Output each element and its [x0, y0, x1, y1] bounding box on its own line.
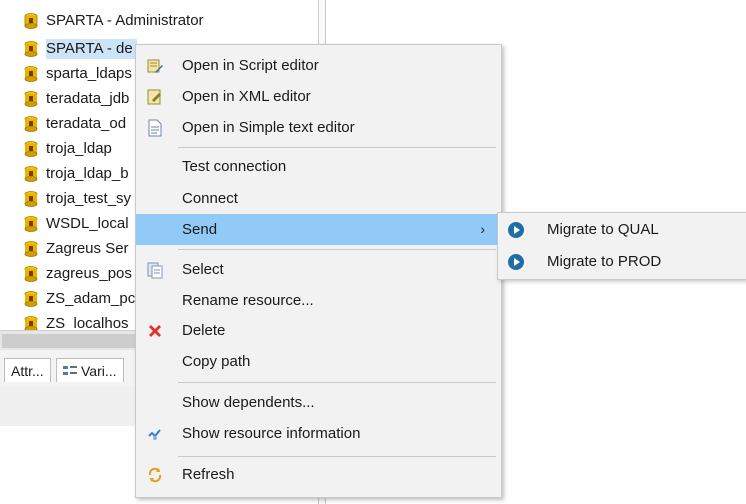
database-icon	[24, 66, 38, 82]
menu-item-delete[interactable]: Delete	[136, 315, 499, 346]
submenu-item-migrate-to-prod[interactable]: Migrate to PROD	[498, 246, 746, 278]
tree-item[interactable]: WSDL_local	[0, 213, 129, 235]
tree-item-label: teradata_od	[46, 115, 127, 132]
tree-item-label: WSDL_local	[46, 215, 129, 232]
submenu-item-label: Migrate to PROD	[547, 253, 662, 270]
menu-item-label: Open in Simple text editor	[182, 119, 355, 136]
database-icon	[24, 216, 38, 232]
database-icon	[24, 191, 38, 207]
tree-item[interactable]: sparta_ldaps	[0, 63, 132, 85]
menu-item-label: Copy path	[182, 353, 251, 370]
submenu-arrow-icon: ›	[480, 221, 485, 237]
tree-item-label: teradata_jdb	[46, 90, 130, 107]
text-editor-icon	[146, 119, 164, 137]
menu-item-label: Show resource information	[182, 425, 361, 442]
submenu-item-label: Migrate to QUAL	[547, 221, 659, 238]
database-icon	[24, 316, 38, 330]
tree-item[interactable]: zagreus_pos	[0, 263, 132, 285]
menu-item-test-connection[interactable]: Test connection	[136, 151, 499, 182]
play-icon	[508, 254, 524, 270]
tree-item[interactable]: teradata_od	[0, 113, 126, 135]
tab-label: Attr...	[11, 362, 44, 379]
menu-item-select[interactable]: Select	[136, 254, 499, 285]
delete-icon	[146, 322, 164, 340]
database-icon	[24, 13, 38, 29]
tree-item-label: troja_test_sy	[46, 190, 132, 207]
resource-info-icon	[146, 425, 164, 443]
database-icon	[24, 141, 38, 157]
menu-separator	[178, 249, 496, 250]
tab-variables[interactable]: Vari...	[56, 358, 124, 382]
menu-item-connect[interactable]: Connect	[136, 183, 499, 214]
xml-editor-icon	[146, 88, 164, 106]
tree-item[interactable]: teradata_jdb	[0, 88, 129, 110]
tree-item[interactable]: Zagreus Ser	[0, 238, 129, 260]
menu-item-open-script-editor[interactable]: Open in Script editor	[136, 50, 499, 81]
refresh-icon	[146, 466, 164, 484]
tree-item-label: SPARTA - Administrator	[46, 12, 204, 29]
variables-icon	[63, 365, 77, 375]
tab-attributes[interactable]: Attr...	[4, 358, 51, 382]
menu-item-label: Test connection	[182, 158, 287, 175]
tree-item-label: troja_ldap	[46, 140, 112, 157]
tree-item-label: sparta_ldaps	[46, 65, 132, 82]
menu-item-label: Select	[182, 261, 224, 278]
tree-item[interactable]: SPARTA - Administrator	[0, 10, 204, 32]
submenu-item-migrate-to-qual[interactable]: Migrate to QUAL	[498, 214, 746, 246]
tree-item[interactable]: ZS_localhos	[0, 313, 129, 330]
tree-item-label: SPARTA - de	[46, 39, 137, 59]
menu-item-label: Show dependents...	[182, 394, 315, 411]
database-icon	[24, 266, 38, 282]
menu-separator	[178, 147, 496, 148]
menu-item-label: Open in XML editor	[182, 88, 311, 105]
tab-label: Vari...	[81, 362, 117, 379]
menu-item-label: Connect	[182, 190, 238, 207]
menu-item-refresh[interactable]: Refresh	[136, 459, 499, 490]
menu-item-label: Send	[182, 221, 218, 238]
database-icon	[24, 116, 38, 132]
menu-item-rename-resource[interactable]: Rename resource...	[136, 285, 499, 316]
menu-item-label: Open in Script editor	[182, 57, 319, 74]
menu-item-label: Delete	[182, 322, 226, 339]
database-icon	[24, 291, 38, 307]
menu-item-copy-path[interactable]: Copy path	[136, 346, 499, 377]
database-icon	[24, 241, 38, 257]
menu-item-label: Refresh	[182, 466, 235, 483]
menu-item-open-simple-text-editor[interactable]: Open in Simple text editor	[136, 112, 499, 143]
database-icon	[24, 91, 38, 107]
menu-separator	[178, 456, 496, 457]
tree-item[interactable]: troja_test_sy	[0, 188, 131, 210]
menu-separator	[178, 382, 496, 383]
send-submenu: Migrate to QUAL Migrate to PROD	[497, 212, 746, 280]
play-icon	[508, 222, 524, 238]
tree-item-label: Zagreus Ser	[46, 240, 129, 257]
tree-item[interactable]: troja_ldap_b	[0, 163, 129, 185]
menu-item-show-dependents[interactable]: Show dependents...	[136, 387, 499, 418]
tree-item-label: troja_ldap_b	[46, 165, 129, 182]
database-icon	[24, 166, 38, 182]
tree-item[interactable]: ZS_adam_pc	[0, 288, 135, 310]
menu-item-label: Rename resource...	[182, 292, 314, 309]
tree-item[interactable]: troja_ldap	[0, 138, 112, 160]
menu-item-open-xml-editor[interactable]: Open in XML editor	[136, 81, 499, 112]
database-icon	[24, 41, 38, 57]
tree-item-label: zagreus_pos	[46, 265, 132, 282]
tree-item-selected[interactable]: SPARTA - de	[0, 38, 137, 60]
tree-item-label: ZS_localhos	[46, 315, 129, 330]
tree-item-label: ZS_adam_pc	[46, 290, 136, 307]
script-editor-icon	[146, 57, 164, 75]
select-icon	[146, 261, 164, 279]
context-menu: Open in Script editor Open in XML editor…	[135, 44, 502, 498]
menu-item-send[interactable]: Send ›	[136, 214, 499, 245]
menu-item-show-resource-information[interactable]: Show resource information	[136, 418, 499, 449]
